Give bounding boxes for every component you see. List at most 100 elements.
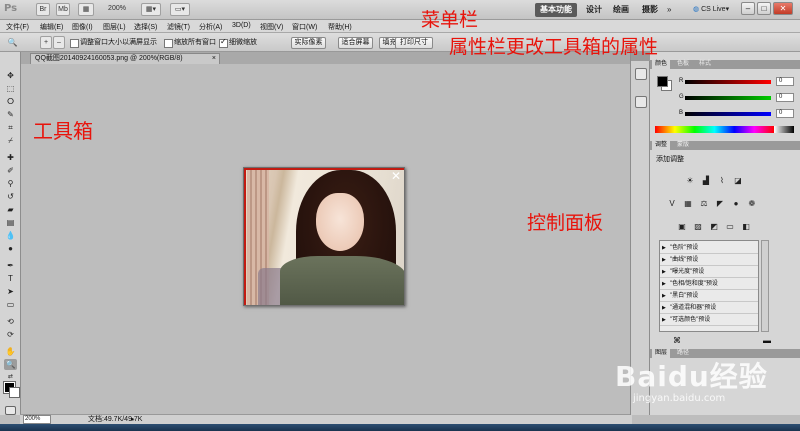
dodge-tool-icon[interactable]: ●	[4, 243, 17, 254]
threshold-icon[interactable]: ◩	[709, 222, 719, 232]
exposure-icon[interactable]: ◪	[733, 176, 743, 186]
marquee-tool-icon[interactable]: ⬚	[4, 83, 17, 94]
invert-icon[interactable]: ▣	[677, 222, 687, 232]
presets-scrollbar[interactable]	[761, 240, 769, 332]
blur-tool-icon[interactable]: 💧	[4, 230, 17, 241]
healing-brush-tool-icon[interactable]: ✚	[4, 152, 17, 163]
shape-tool-icon[interactable]: ▭	[4, 299, 17, 310]
slider-b[interactable]	[685, 112, 771, 116]
workspace-photography[interactable]: 摄影	[637, 3, 663, 17]
slider-g[interactable]	[685, 96, 771, 100]
zoom-in-icon[interactable]: +	[40, 36, 52, 49]
type-tool-icon[interactable]: T	[4, 273, 17, 284]
menu-select[interactable]: 选择(S)	[134, 22, 157, 32]
3d-orbit-tool-icon[interactable]: ⟳	[4, 329, 17, 340]
levels-icon[interactable]: ▟	[701, 176, 711, 186]
tab-masks[interactable]: 蒙版	[674, 141, 692, 150]
actual-pixels-button[interactable]: 实际像素	[291, 37, 326, 49]
history-panel-icon[interactable]	[635, 68, 647, 80]
mini-bridge-button[interactable]: Mb	[56, 3, 70, 16]
hue-saturation-icon[interactable]: ▦	[683, 199, 693, 209]
view-extras-button[interactable]: ▦	[78, 3, 94, 16]
panel-footer-icon[interactable]: ▬	[763, 336, 771, 345]
info-panel-icon[interactable]	[635, 96, 647, 108]
lasso-tool-icon[interactable]: ⵔ	[4, 96, 17, 107]
move-tool-icon[interactable]: ✥	[4, 70, 17, 81]
menu-window[interactable]: 窗口(W)	[292, 22, 317, 32]
panel-fg-color[interactable]	[657, 76, 668, 87]
selective-color-icon[interactable]: ◧	[741, 222, 751, 232]
menu-3d[interactable]: 3D(D)	[232, 22, 251, 29]
eyedropper-tool-icon[interactable]: ⌿	[4, 135, 17, 146]
print-size-button[interactable]: 打印尺寸	[395, 37, 433, 49]
fit-screen-button[interactable]: 适合屏幕	[338, 37, 373, 49]
menu-help[interactable]: 帮助(H)	[328, 22, 352, 32]
menu-image[interactable]: 图像(I)	[72, 22, 93, 32]
hand-tool-icon[interactable]: ✋	[4, 346, 17, 357]
posterize-icon[interactable]: ▨	[693, 222, 703, 232]
list-item[interactable]: "色相/饱和度"预设	[660, 279, 758, 290]
color-spectrum-bw[interactable]	[774, 126, 794, 133]
path-select-tool-icon[interactable]: ➤	[4, 286, 17, 297]
list-item[interactable]: "曝光度"预设	[660, 267, 758, 278]
quick-select-tool-icon[interactable]: ✎	[4, 109, 17, 120]
list-item[interactable]: "曲线"预设	[660, 255, 758, 266]
zoom-all-windows-checkbox[interactable]: 缩放所有窗口	[164, 38, 216, 48]
curves-icon[interactable]: ⌇	[717, 176, 727, 186]
eraser-tool-icon[interactable]: ▰	[4, 204, 17, 215]
status-menu-arrow-icon[interactable]: ▸	[131, 415, 135, 424]
workspace-essentials[interactable]: 基本功能	[535, 3, 577, 17]
tab-adjustments[interactable]: 调整	[652, 141, 671, 150]
minimize-button[interactable]: –	[741, 2, 755, 15]
photo-filter-icon[interactable]: ●	[731, 199, 741, 209]
zoom-out-icon[interactable]: –	[53, 36, 65, 49]
gradient-tool-icon[interactable]: ▤	[4, 217, 17, 228]
value-r[interactable]: 0	[776, 77, 794, 86]
list-item[interactable]: "黑白"预设	[660, 291, 758, 302]
zoom-tool-preset-icon[interactable]: 🔍	[6, 37, 19, 48]
list-item[interactable]: "通道混和器"预设	[660, 303, 758, 314]
canvas-area[interactable]: ✕	[21, 64, 630, 414]
zoom-field[interactable]: 200%	[23, 415, 51, 424]
list-item[interactable]: "可选颜色"预设	[660, 315, 758, 326]
zoom-tool-icon[interactable]: 🔍	[4, 359, 17, 370]
maximize-button[interactable]: □	[757, 2, 771, 15]
value-b[interactable]: 0	[776, 109, 794, 118]
menu-layer[interactable]: 图层(L)	[103, 22, 126, 32]
workspace-painting[interactable]: 绘画	[608, 3, 634, 17]
bridge-button[interactable]: Br	[36, 3, 50, 16]
history-brush-tool-icon[interactable]: ↺	[4, 191, 17, 202]
document-image[interactable]: ✕	[243, 167, 405, 306]
menu-filter[interactable]: 滤镜(T)	[167, 22, 190, 32]
menu-edit[interactable]: 编辑(E)	[40, 22, 63, 32]
brush-tool-icon[interactable]: ✐	[4, 165, 17, 176]
3d-rotate-tool-icon[interactable]: ⟲	[4, 316, 17, 327]
document-tab[interactable]: QQ截图20140924160053.png @ 200%(RGB/8) ×	[30, 53, 220, 64]
channel-mixer-icon[interactable]: ❁	[747, 199, 757, 209]
brightness-icon[interactable]: ☀	[685, 176, 695, 186]
clip-icon[interactable]: ⌘	[673, 336, 681, 345]
arrange-documents-button[interactable]: ▦▾	[141, 3, 161, 16]
list-item[interactable]: "色阶"预设	[660, 243, 758, 254]
vibrance-icon[interactable]: V	[667, 199, 677, 209]
scrubby-zoom-checkbox[interactable]: 细微缩放	[219, 37, 257, 48]
tab-styles[interactable]: 样式	[696, 60, 714, 69]
black-white-icon[interactable]: ◤	[715, 199, 725, 209]
close-button[interactable]: ✕	[773, 2, 793, 15]
menu-view[interactable]: 视图(V)	[260, 22, 283, 32]
color-balance-icon[interactable]: ⚖	[699, 199, 709, 209]
zoom-level-select[interactable]: 200%	[104, 3, 130, 16]
tab-color[interactable]: 颜色	[652, 60, 671, 69]
quick-mask-icon[interactable]	[5, 406, 16, 415]
gradient-map-icon[interactable]: ▭	[725, 222, 735, 232]
close-icon[interactable]: ×	[212, 54, 216, 64]
menu-analysis[interactable]: 分析(A)	[199, 22, 222, 32]
workspace-more-button[interactable]: »	[662, 3, 676, 17]
value-g[interactable]: 0	[776, 93, 794, 102]
menu-file[interactable]: 文件(F)	[6, 22, 29, 32]
background-color-swatch[interactable]	[9, 387, 20, 398]
cs-live-button[interactable]: ◍ CS Live▾	[688, 3, 734, 17]
pen-tool-icon[interactable]: ✒	[4, 260, 17, 271]
slider-r[interactable]	[685, 80, 771, 84]
resize-windows-checkbox[interactable]: 调整窗口大小以满屏显示	[70, 38, 157, 48]
